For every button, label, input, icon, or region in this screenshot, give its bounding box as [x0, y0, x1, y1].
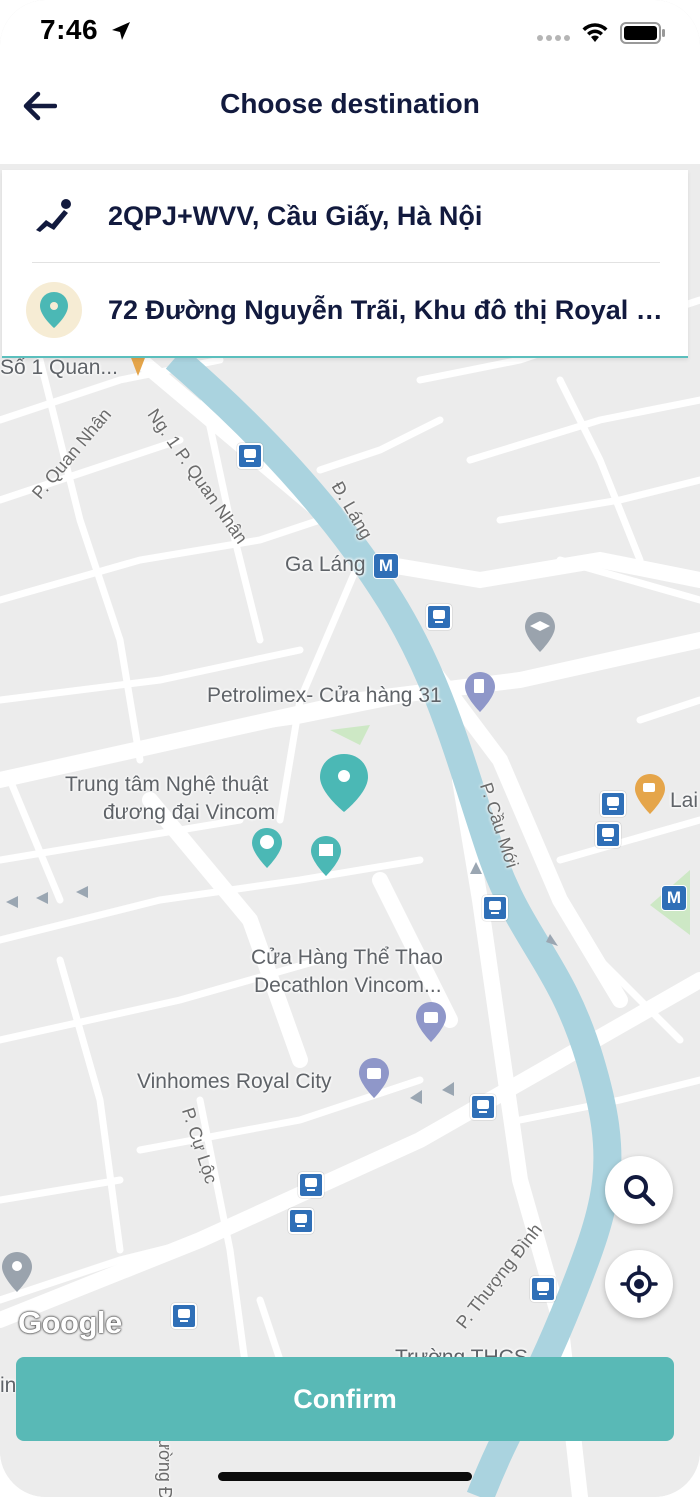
- status-bar: 7:46: [0, 0, 700, 64]
- search-icon[interactable]: [621, 1172, 657, 1208]
- bus-stop-icon[interactable]: [595, 822, 621, 848]
- map-pin-icon: [40, 292, 68, 328]
- metro-station-icon[interactable]: M: [661, 885, 687, 911]
- bus-stop-icon[interactable]: [237, 443, 263, 469]
- map-label: Số 1 Quan...: [0, 356, 118, 379]
- my-location-button[interactable]: [605, 1250, 673, 1318]
- map-label: đương đại Vincom: [103, 801, 276, 824]
- origin-address[interactable]: 2QPJ+WVV, Cầu Giấy, Hà Nội: [108, 201, 674, 232]
- shopping-pin-icon[interactable]: [414, 1000, 448, 1044]
- header: Choose destination: [0, 64, 700, 164]
- cafe-pin-icon[interactable]: [633, 772, 667, 816]
- battery-icon: [620, 22, 665, 44]
- google-attribution: Google: [18, 1305, 122, 1340]
- status-time: 7:46: [40, 14, 99, 45]
- map-label: Vinhomes Royal City: [137, 1070, 332, 1093]
- street-label: ường Đ: [155, 1438, 175, 1497]
- map-label: Lai: [670, 789, 699, 812]
- rider-icon: [36, 199, 71, 232]
- cinema-pin-icon[interactable]: [309, 834, 343, 878]
- destination-pin-badge: [26, 282, 82, 338]
- home-indicator: [218, 1472, 472, 1481]
- map-label: in: [0, 1374, 17, 1397]
- art-pin-icon[interactable]: [250, 826, 284, 870]
- map-label: Ga Láng: [285, 553, 366, 576]
- bus-stop-icon[interactable]: [298, 1172, 324, 1198]
- bus-stop-icon[interactable]: [530, 1276, 556, 1302]
- destination-address[interactable]: 72 Đường Nguyễn Trãi, Khu đô thị Royal C…: [108, 295, 674, 326]
- shopping-pin-icon[interactable]: [357, 1056, 391, 1100]
- map-label: Petrolimex- Cửa hàng 31: [207, 684, 442, 707]
- bus-stop-icon[interactable]: [171, 1303, 197, 1329]
- bus-stop-icon[interactable]: [426, 604, 452, 630]
- signal-dots-icon: [537, 35, 570, 41]
- route-card: 2QPJ+WVV, Cầu Giấy, Hà Nội 72 Đường Nguy…: [2, 170, 688, 358]
- map-search-button[interactable]: [605, 1156, 673, 1224]
- bus-stop-icon[interactable]: [288, 1208, 314, 1234]
- phone-screen: M M Số 1 Quan... Ga Láng Petrolimex- Cửa…: [0, 0, 700, 1497]
- page-title: Choose destination: [220, 88, 480, 119]
- metro-station-icon[interactable]: M: [373, 553, 399, 579]
- bus-stop-icon[interactable]: [600, 791, 626, 817]
- bus-stop-icon[interactable]: [482, 895, 508, 921]
- divider: [32, 262, 660, 263]
- bus-stop-icon[interactable]: [470, 1094, 496, 1120]
- destination-row[interactable]: 72 Đường Nguyễn Trãi, Khu đô thị Royal C…: [2, 264, 688, 356]
- origin-row[interactable]: 2QPJ+WVV, Cầu Giấy, Hà Nội: [2, 170, 688, 262]
- place-pin-icon[interactable]: [0, 1250, 34, 1294]
- map-label: Decathlon Vincom...: [254, 974, 442, 997]
- destination-icon-wrap: [26, 282, 82, 338]
- school-pin-icon[interactable]: [523, 610, 557, 654]
- gas-station-pin-icon[interactable]: [463, 670, 497, 714]
- wifi-icon: [582, 23, 608, 42]
- map-label: Cửa Hàng Thể Thao: [251, 946, 443, 969]
- location-arrow-icon: [112, 22, 130, 40]
- crosshair-icon[interactable]: [620, 1265, 658, 1303]
- confirm-button[interactable]: Confirm: [16, 1357, 674, 1441]
- origin-icon-wrap: [26, 188, 82, 244]
- selected-location-pin-icon[interactable]: [318, 752, 370, 814]
- map-label: Trung tâm Nghệ thuật: [65, 773, 269, 796]
